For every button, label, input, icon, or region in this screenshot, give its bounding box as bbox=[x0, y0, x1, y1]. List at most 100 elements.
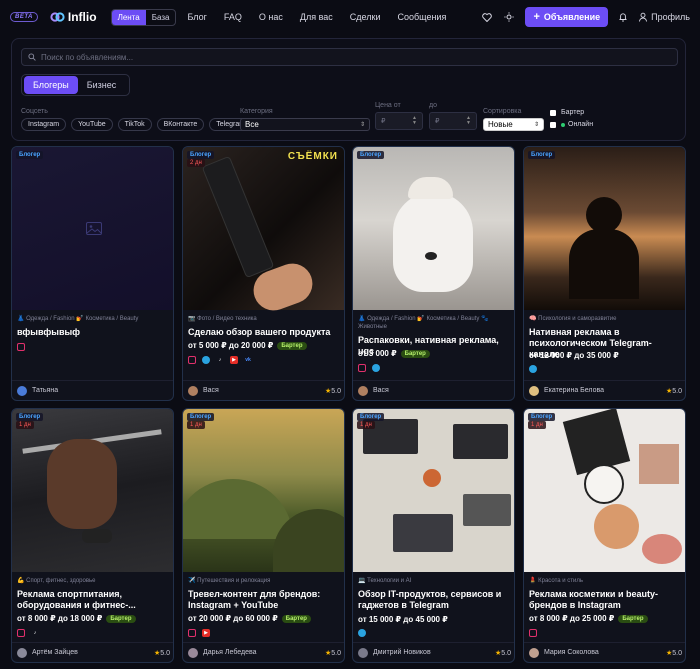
blogger-badge: Блогер bbox=[16, 413, 44, 421]
notifications-bell-icon[interactable] bbox=[616, 10, 630, 24]
card-footer: Артём Зайцев ★5.0 bbox=[12, 642, 173, 662]
instagram-icon bbox=[17, 629, 25, 637]
avatar bbox=[358, 647, 368, 658]
ad-card[interactable]: Блогер 1 дн ✈️ Путешествия и релокация Т… bbox=[182, 408, 345, 663]
chevron-updown-icon: ⇕ bbox=[533, 122, 539, 128]
author-name[interactable]: Артём Зайцев bbox=[32, 649, 78, 656]
chip-youtube[interactable]: YouTube bbox=[71, 118, 113, 131]
chevron-updown-icon: ⇕ bbox=[359, 122, 365, 128]
nav-for-you[interactable]: Для вас bbox=[300, 12, 333, 22]
nav-deals[interactable]: Сделки bbox=[350, 12, 381, 22]
nav-messages[interactable]: Сообщения bbox=[397, 12, 446, 22]
card-categories: 💻 Технологии и AI bbox=[358, 578, 412, 584]
tiktok-icon: ♪ bbox=[33, 630, 37, 636]
stepper-icon[interactable]: ▲ ▼ bbox=[412, 116, 417, 126]
blogger-badge: Блогер bbox=[16, 151, 44, 159]
author-name[interactable]: Дарья Лебедева bbox=[203, 649, 257, 656]
blogger-badge: Блогер bbox=[187, 413, 215, 421]
profile-link[interactable]: Профиль bbox=[638, 12, 690, 22]
days-badge: 1 дн bbox=[357, 421, 375, 429]
author-name[interactable]: Вася bbox=[203, 387, 219, 394]
checkbox-box[interactable] bbox=[550, 121, 556, 128]
days-badge: 2 дн bbox=[187, 159, 205, 167]
barter-badge: Бартер bbox=[281, 614, 311, 623]
barter-badge: Бартер bbox=[400, 349, 430, 358]
author-name[interactable]: Мария Соколова bbox=[544, 649, 599, 656]
beta-badge: BETA bbox=[10, 12, 38, 22]
ad-card[interactable]: СЪЁМКИ Блогер 2 дн 📷 Фото / Видео техник… bbox=[182, 146, 345, 401]
ad-card[interactable]: Блогер 1 дн 💄 Красота и стиль Реклама ко… bbox=[523, 408, 686, 663]
ad-image: СЪЁМКИ bbox=[183, 147, 344, 317]
logo[interactable]: Inflio bbox=[50, 10, 97, 24]
card-price: от 8 000 ₽ до 25 000 ₽ bbox=[529, 614, 615, 623]
price-to-input[interactable]: ₽ ▲ ▼ bbox=[429, 112, 477, 130]
search-input[interactable] bbox=[41, 52, 641, 62]
card-price: от 3 000 ₽ bbox=[358, 349, 397, 358]
barter-badge: Бартер bbox=[106, 614, 136, 623]
card-categories: 📷 Фото / Видео техника bbox=[188, 316, 257, 322]
chip-vkontakte[interactable]: ВКонтакте bbox=[156, 118, 205, 131]
avatar bbox=[188, 647, 198, 658]
card-price: от 20 000 ₽ до 60 000 ₽ bbox=[188, 614, 278, 623]
nav-blog[interactable]: Блог bbox=[187, 12, 206, 22]
card-price: от 12 000 ₽ до 35 000 ₽ bbox=[529, 351, 619, 360]
avatar bbox=[188, 385, 198, 396]
price-to-label: до bbox=[429, 102, 437, 109]
search-bar[interactable] bbox=[21, 48, 678, 66]
checkbox-box[interactable] bbox=[550, 109, 556, 116]
theme-sun-icon[interactable] bbox=[502, 10, 516, 24]
tab-business[interactable]: Бизнес bbox=[78, 76, 126, 94]
price-from-input[interactable]: ₽ ▲ ▼ bbox=[375, 112, 423, 130]
author-name[interactable]: Татьяна bbox=[32, 387, 58, 394]
card-footer: Екатерина Белова ★5.0 bbox=[524, 380, 685, 400]
card-categories: ✈️ Путешествия и релокация bbox=[188, 578, 271, 584]
chip-instagram[interactable]: Instagram bbox=[21, 118, 67, 131]
sort-select[interactable]: Новые ⇕ bbox=[483, 118, 544, 131]
create-ad-button[interactable]: + Объявление bbox=[525, 7, 609, 27]
view-feed[interactable]: Лента bbox=[111, 9, 146, 25]
price-from-label: Цена от bbox=[375, 102, 401, 109]
search-icon bbox=[28, 53, 36, 61]
category-label: Категория bbox=[240, 108, 273, 115]
ad-card[interactable]: Блогер 1 дн 💻 Технологии и AI Обзор IT-п… bbox=[352, 408, 515, 663]
card-price: от 5 000 ₽ до 20 000 ₽ bbox=[188, 341, 274, 350]
main-nav: Блог FAQ О нас Для вас Сделки Сообщения bbox=[187, 12, 463, 22]
ad-card[interactable]: Блогер 👗 Одежда / Fashion 💅 Косметика / … bbox=[352, 146, 515, 401]
instagram-icon bbox=[529, 629, 537, 637]
rating: ★5.0 bbox=[494, 649, 511, 657]
view-base[interactable]: База bbox=[146, 10, 176, 25]
ad-card[interactable]: Блогер 1 дн 💪 Спорт, фитнес, здоровье Ре… bbox=[11, 408, 174, 663]
blogger-badge: Блогер bbox=[528, 413, 556, 421]
favorites-heart-icon[interactable] bbox=[480, 10, 494, 24]
tiktok-icon: ♪ bbox=[218, 357, 222, 363]
nav-faq[interactable]: FAQ bbox=[224, 12, 242, 22]
avatar bbox=[17, 647, 27, 658]
card-title: вфывфывыф bbox=[17, 327, 81, 337]
blogger-badge: Блогер bbox=[528, 151, 556, 159]
ad-image-placeholder bbox=[12, 147, 173, 310]
author-name[interactable]: Вася bbox=[373, 387, 389, 394]
card-price: от 8 000 ₽ до 18 000 ₽ bbox=[17, 614, 103, 623]
tab-bloggers[interactable]: Блогеры bbox=[24, 76, 78, 94]
author-name[interactable]: Дмитрий Новиков bbox=[373, 649, 431, 656]
telegram-icon bbox=[529, 365, 537, 373]
author-name[interactable]: Екатерина Белова bbox=[544, 387, 604, 394]
ad-image bbox=[524, 409, 685, 572]
barter-checkbox[interactable]: Бартер bbox=[550, 109, 584, 116]
stepper-icon[interactable]: ▲ ▼ bbox=[466, 116, 471, 126]
category-select[interactable]: Все ⇕ bbox=[240, 118, 370, 131]
days-badge: 1 дн bbox=[16, 421, 34, 429]
card-categories: 💪 Спорт, фитнес, здоровье bbox=[17, 578, 96, 584]
card-title: Реклама косметики и beauty-брендов в Ins… bbox=[529, 589, 658, 610]
instagram-icon bbox=[188, 629, 196, 637]
card-footer: Татьяна bbox=[12, 380, 173, 400]
ad-card[interactable]: Блогер 🧠 Психология и саморазвитие Натив… bbox=[523, 146, 686, 401]
barter-badge: Бартер bbox=[618, 614, 648, 623]
view-switch: Лента База bbox=[110, 8, 177, 26]
ad-card[interactable]: Блогер 👗 Одежда / Fashion 💅 Косметика / … bbox=[11, 146, 174, 401]
vk-icon: vk bbox=[245, 357, 251, 363]
chip-tiktok[interactable]: TikTok bbox=[117, 118, 152, 131]
online-checkbox[interactable]: Онлайн bbox=[550, 121, 593, 128]
nav-about[interactable]: О нас bbox=[259, 12, 283, 22]
logo-icon bbox=[50, 12, 65, 22]
